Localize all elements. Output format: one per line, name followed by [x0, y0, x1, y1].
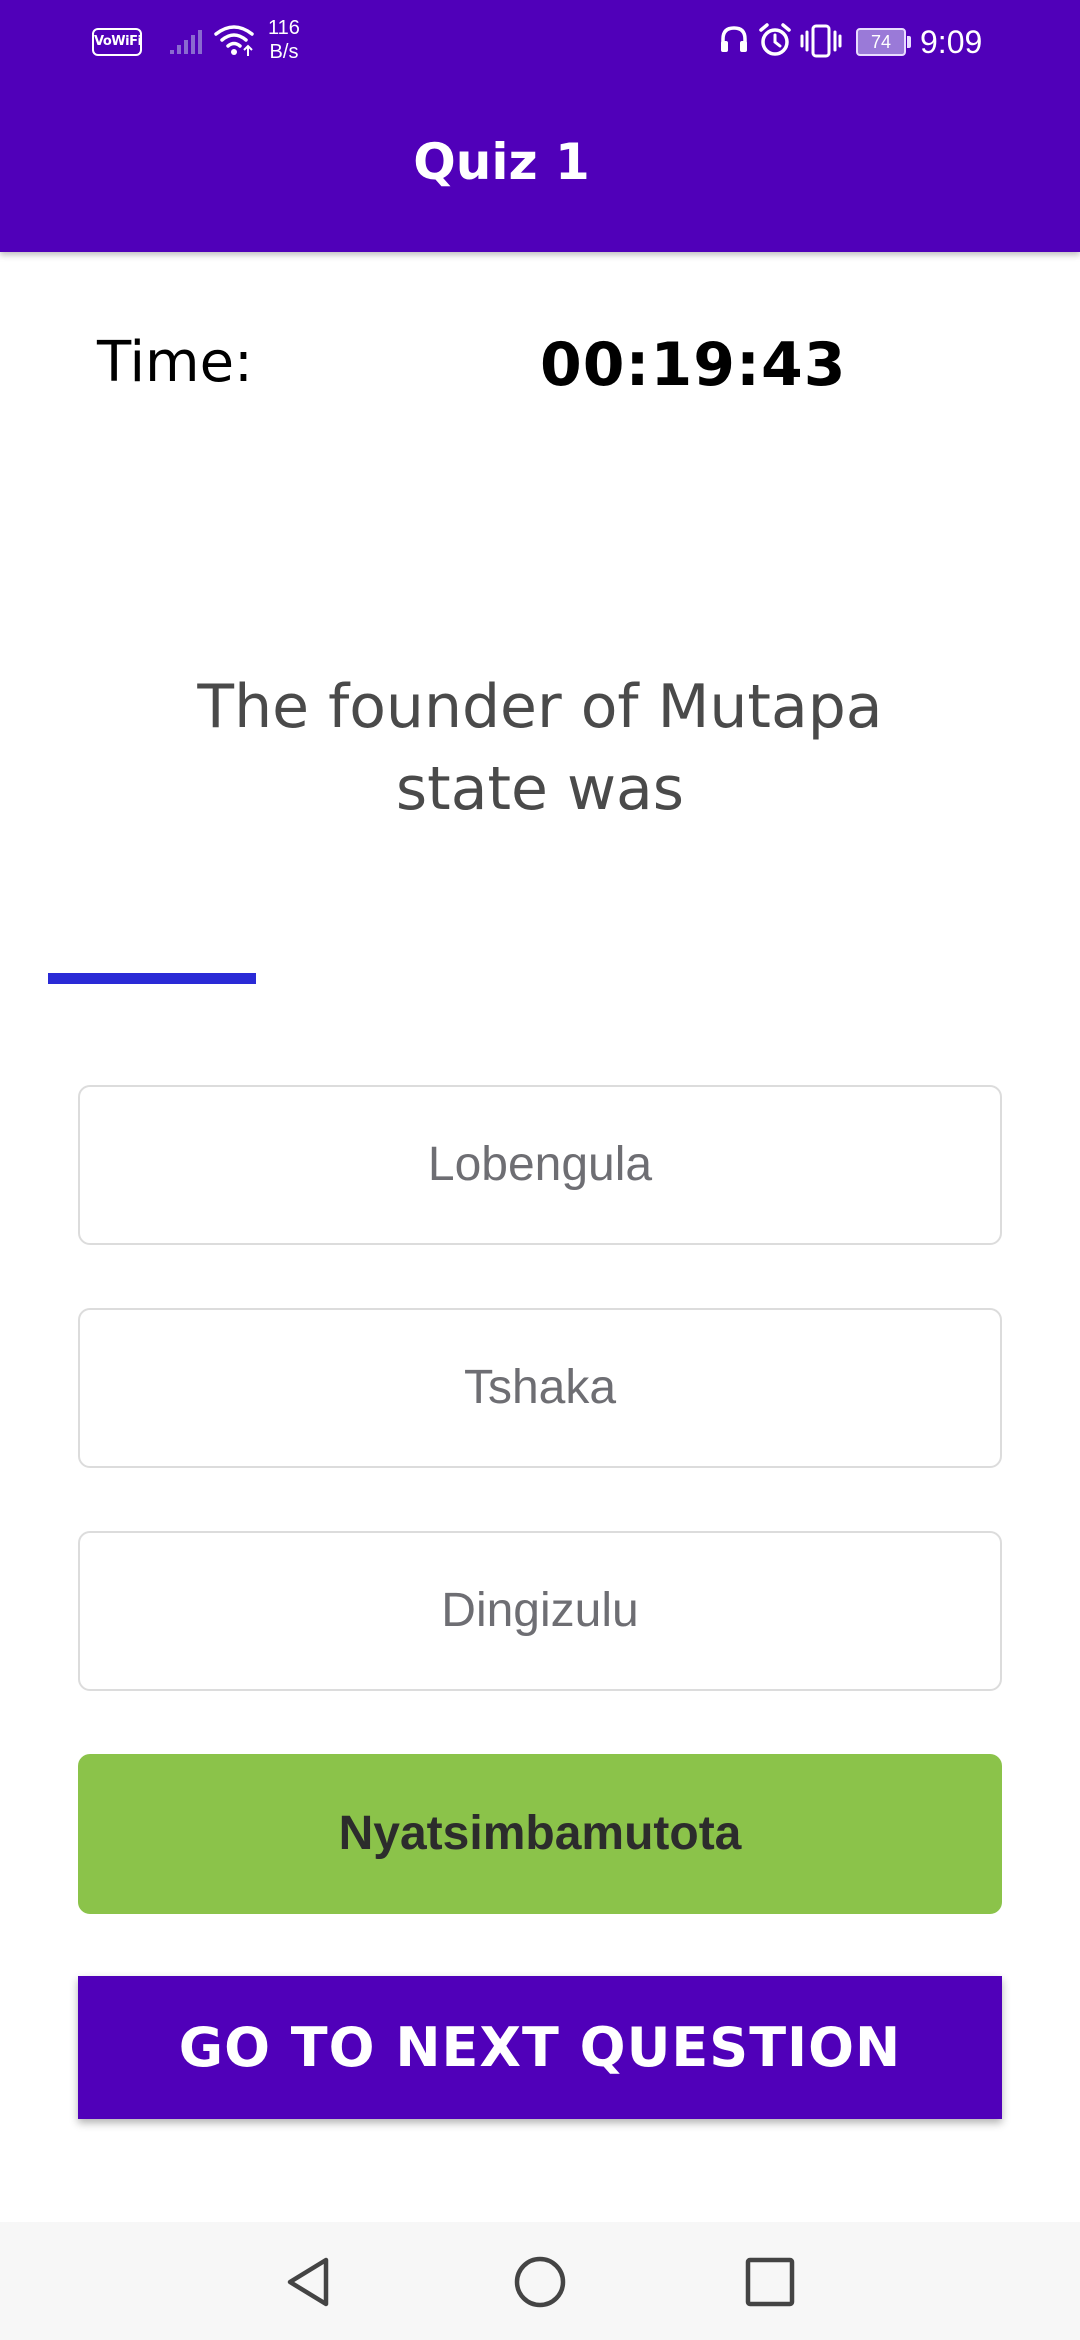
alarm-icon [759, 23, 791, 56]
next-question-button[interactable]: GO TO NEXT QUESTION [78, 1976, 1002, 2119]
network-speed-value: 116 [268, 17, 300, 39]
signal-icon [170, 30, 202, 54]
battery-tip [907, 36, 911, 48]
navigation-bar [0, 2222, 1080, 2340]
vowifi-badge: VoWiFi [92, 28, 142, 56]
vibrate-icon [800, 24, 842, 58]
home-icon[interactable] [512, 2254, 568, 2310]
timer-label: Time: [97, 330, 253, 395]
answer-option-lobengula[interactable]: Lobengula [78, 1085, 1002, 1245]
battery-indicator: 74 [856, 28, 912, 56]
headset-icon [721, 26, 747, 52]
status-clock: 9:09 [920, 24, 983, 60]
answer-option-tshaka[interactable]: Tshaka [78, 1308, 1002, 1468]
back-icon[interactable] [282, 2254, 338, 2310]
recents-icon[interactable] [742, 2254, 798, 2310]
question-progress-bar [48, 973, 256, 984]
answer-option-dingizulu[interactable]: Dingizulu [78, 1531, 1002, 1691]
answer-option-nyatsimbamutota[interactable]: Nyatsimbamutota [78, 1754, 1002, 1914]
page-title: Quiz 1 [413, 133, 590, 191]
timer-value: 00:19:43 [540, 330, 847, 400]
network-speed-unit: B/s [269, 41, 299, 63]
network-speed: 116 B/s [262, 16, 306, 64]
status-bar: VoWiFi 116 B/s 74 9:09 [0, 0, 1080, 84]
app-bar: VoWiFi 116 B/s 74 9:09 Quiz 1 [0, 0, 1080, 252]
question-text: The founder of Mutapa state was [197, 672, 883, 824]
battery-level: 74 [856, 28, 906, 56]
wifi-icon [214, 25, 254, 56]
